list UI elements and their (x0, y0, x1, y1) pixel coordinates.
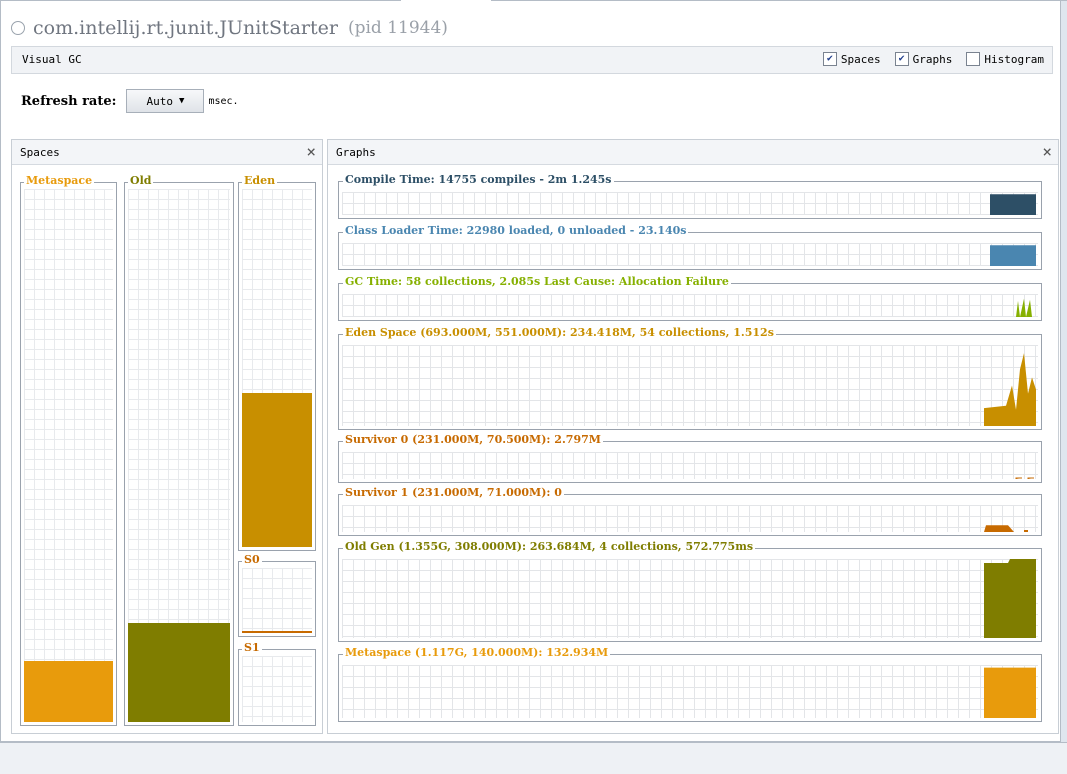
checkbox-box[interactable] (966, 52, 981, 66)
space-eden: Eden (238, 174, 316, 551)
refresh-rate-unit: msec. (208, 95, 239, 107)
space-fill (242, 631, 312, 633)
chevron-down-icon: ▼ (178, 96, 185, 106)
space-label: Old (128, 174, 154, 187)
checkbox-graphs[interactable]: ✔ Graphs (894, 52, 953, 66)
status-circle-icon (11, 21, 25, 35)
graph-series (1015, 477, 1034, 479)
graph-label: Class Loader Time: 22980 loaded, 0 unloa… (343, 224, 689, 237)
graph-plot (1016, 298, 1032, 317)
spaces-panel: Spaces × Metaspace Old Eden S0 S1 (11, 139, 323, 734)
graph-series (1016, 298, 1032, 317)
checkbox-box[interactable]: ✔ (894, 52, 909, 66)
graph-5: Survivor 1 (231.000M, 71.000M): 0 (338, 486, 1042, 536)
graph-series (984, 353, 1036, 426)
app-title: com.intellij.rt.junit.JUnitStarter (pid … (11, 15, 448, 41)
graph-label: Old Gen (1.355G, 308.000M): 263.684M, 4 … (343, 540, 756, 553)
graph-plot (984, 559, 1036, 638)
space-metaspace: Metaspace (20, 174, 117, 726)
space-fill (242, 393, 312, 547)
space-fill (128, 623, 230, 722)
process-pid: (pid 11944) (347, 18, 448, 38)
graph-0: Compile Time: 14755 compiles - 2m 1.245s (338, 173, 1042, 219)
space-grid (242, 568, 312, 633)
space-fill (24, 661, 113, 722)
checkbox-label: Spaces (840, 52, 881, 66)
graph-1: Class Loader Time: 22980 loaded, 0 unloa… (338, 224, 1042, 270)
graph-plot (984, 667, 1036, 718)
graph-3: Eden Space (693.000M, 551.000M): 234.418… (338, 326, 1042, 430)
graph-plot (990, 245, 1036, 266)
checkbox-histogram[interactable]: Histogram (966, 52, 1044, 66)
spaces-panel-header: Spaces × (12, 140, 322, 165)
refresh-rate-value: Auto (146, 94, 173, 108)
graph-series (990, 194, 1036, 215)
graph-label: Survivor 1 (231.000M, 71.000M): 0 (343, 486, 564, 499)
graph-label: Eden Space (693.000M, 551.000M): 234.418… (343, 326, 776, 339)
space-grid (242, 656, 312, 722)
graph-plot (984, 353, 1036, 426)
graph-series (990, 245, 1036, 266)
checkbox-label: Graphs (912, 52, 953, 66)
graphs-panel-title: Graphs (336, 146, 376, 159)
graph-plot (984, 525, 1028, 532)
graph-plot (1015, 477, 1034, 479)
spaces-panel-title: Spaces (20, 146, 60, 159)
graph-4: Survivor 0 (231.000M, 70.500M): 2.797M (338, 433, 1042, 483)
graph-label: Metaspace (1.117G, 140.000M): 132.934M (343, 646, 611, 659)
graph-label: Survivor 0 (231.000M, 70.500M): 2.797M (343, 433, 603, 446)
space-label: S1 (242, 641, 262, 654)
tab-strip (0, 0, 1067, 2)
visual-gc-label: Visual GC (22, 53, 82, 66)
space-label: Eden (242, 174, 278, 187)
graph-label: Compile Time: 14755 compiles - 2m 1.245s (343, 173, 614, 186)
visual-gc-panel: com.intellij.rt.junit.JUnitStarter (pid … (0, 0, 1061, 742)
visual-gc-toolbar: Visual GC ✔ Spaces ✔ Graphs Histogram (11, 46, 1053, 74)
checkbox-spaces[interactable]: ✔ Spaces (822, 52, 881, 66)
graph-plot (990, 194, 1036, 215)
graph-7: Metaspace (1.117G, 140.000M): 132.934M (338, 646, 1042, 722)
refresh-rate-label: Refresh rate: (21, 93, 117, 109)
graph-series (984, 559, 1036, 638)
process-name: com.intellij.rt.junit.JUnitStarter (33, 17, 338, 39)
space-grid (24, 189, 113, 722)
graph-series (984, 525, 1028, 532)
graph-6: Old Gen (1.355G, 308.000M): 263.684M, 4 … (338, 540, 1042, 642)
refresh-rate-row: Refresh rate: Auto ▼ msec. (21, 89, 239, 113)
checkbox-box[interactable]: ✔ (822, 52, 837, 66)
graphs-panel: Graphs × Compile Time: 14755 compiles - … (327, 139, 1059, 734)
close-icon[interactable]: × (1042, 142, 1052, 161)
graph-series (984, 667, 1036, 718)
space-s1: S1 (238, 641, 316, 726)
checkbox-label: Histogram (984, 52, 1044, 66)
close-icon[interactable]: × (306, 142, 316, 161)
status-band (0, 742, 1067, 774)
space-s0: S0 (238, 553, 316, 637)
refresh-rate-dropdown[interactable]: Auto ▼ (126, 89, 205, 113)
space-label: S0 (242, 553, 262, 566)
space-label: Metaspace (24, 174, 95, 187)
graph-label: GC Time: 58 collections, 2.085s Last Cau… (343, 275, 731, 288)
space-old: Old (124, 174, 234, 726)
graphs-panel-header: Graphs × (328, 140, 1058, 165)
graph-2: GC Time: 58 collections, 2.085s Last Cau… (338, 275, 1042, 321)
